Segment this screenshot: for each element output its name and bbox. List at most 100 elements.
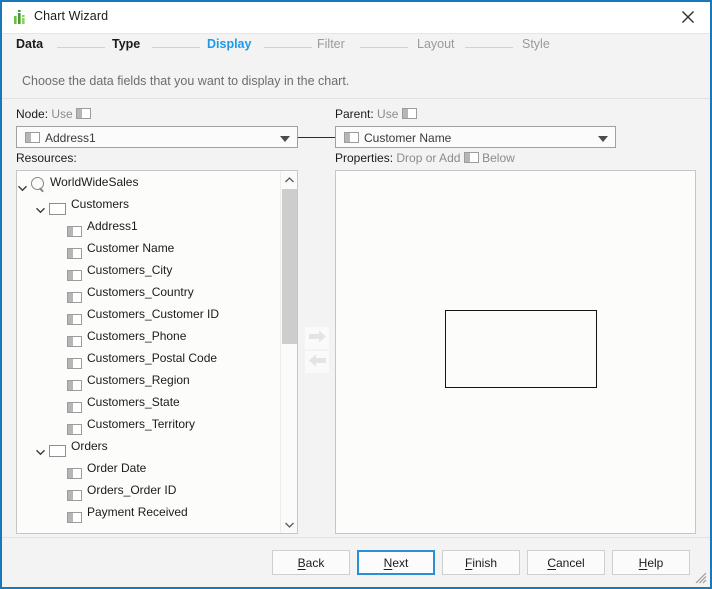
node-label-group: Node: Use bbox=[16, 107, 91, 121]
parent-label: Parent: bbox=[335, 107, 374, 121]
add-field-button[interactable] bbox=[305, 327, 329, 349]
node-dropdown-value: Address1 bbox=[45, 131, 96, 145]
parent-dropdown-value-wrap: Customer Name bbox=[344, 131, 451, 145]
tree-item[interactable]: Customers_Territory bbox=[17, 413, 280, 435]
node-label: Node: bbox=[16, 107, 48, 121]
arrow-left-icon bbox=[308, 353, 327, 371]
tree-item[interactable]: Customers bbox=[17, 193, 280, 215]
tree-item-label: Payment Received bbox=[87, 501, 188, 523]
footer-divider bbox=[2, 537, 710, 538]
close-button[interactable] bbox=[665, 2, 710, 32]
tree-item-label: Customers bbox=[71, 193, 129, 215]
finish-button[interactable]: Finish bbox=[442, 550, 520, 575]
tree-item-label: Address1 bbox=[87, 215, 138, 237]
resources-tree[interactable]: WorldWideSalesCustomersAddress1Customer … bbox=[17, 171, 280, 533]
tree-item-label: Customers_Phone bbox=[87, 325, 186, 347]
tree-item-label: Order Date bbox=[87, 457, 146, 479]
chart-preview-rectangle bbox=[445, 310, 597, 388]
finish-button-label: Finish bbox=[465, 556, 497, 570]
tree-item[interactable]: Customers_Region bbox=[17, 369, 280, 391]
field-icon bbox=[464, 152, 479, 163]
tree-item-label: Customers_Country bbox=[87, 281, 194, 303]
properties-hint-a: Drop or Add bbox=[396, 151, 460, 165]
properties-panel[interactable] bbox=[335, 170, 696, 534]
field-icon bbox=[76, 108, 91, 119]
tree-item-label: Customer Name bbox=[87, 237, 174, 259]
title-bar: Chart Wizard bbox=[2, 2, 710, 34]
tree-item[interactable]: Customers_State bbox=[17, 391, 280, 413]
arrow-right-icon bbox=[308, 329, 327, 347]
field-icon bbox=[25, 132, 40, 143]
step-style[interactable]: Style bbox=[522, 37, 550, 51]
parent-use-label: Use bbox=[377, 107, 398, 121]
page-subtitle: Choose the data fields that you want to … bbox=[22, 74, 349, 88]
footer-bar: Back Next Finish Cancel Help bbox=[2, 537, 710, 587]
tree-item[interactable]: Orders bbox=[17, 435, 280, 457]
scrollbar-thumb[interactable] bbox=[282, 189, 297, 344]
parent-dropdown-value: Customer Name bbox=[364, 131, 451, 145]
help-button[interactable]: Help bbox=[612, 550, 690, 575]
chevron-down-icon[interactable] bbox=[598, 136, 608, 142]
tree-item-label: Customers_Region bbox=[87, 369, 190, 391]
node-dropdown-value-wrap: Address1 bbox=[25, 131, 96, 145]
step-type[interactable]: Type bbox=[112, 37, 140, 51]
parent-dropdown[interactable]: Customer Name bbox=[335, 126, 616, 148]
node-use-label: Use bbox=[51, 107, 72, 121]
cancel-button[interactable]: Cancel bbox=[527, 550, 605, 575]
chevron-down-icon[interactable] bbox=[36, 442, 45, 451]
chevron-down-icon[interactable] bbox=[18, 178, 27, 187]
field-icon bbox=[402, 108, 417, 119]
remove-field-button[interactable] bbox=[305, 351, 329, 373]
resize-grip[interactable] bbox=[694, 571, 707, 584]
help-button-label: Help bbox=[639, 556, 664, 570]
tree-item-label: Orders_Order ID bbox=[87, 479, 176, 501]
step-display[interactable]: Display bbox=[207, 37, 251, 51]
window-title: Chart Wizard bbox=[34, 9, 108, 23]
tree-item[interactable]: Customers_Country bbox=[17, 281, 280, 303]
tree-item[interactable]: Customer Name bbox=[17, 237, 280, 259]
tree-item[interactable]: WorldWideSales bbox=[17, 171, 280, 193]
node-dropdown[interactable]: Address1 bbox=[16, 126, 298, 148]
tree-item[interactable]: Payment Received bbox=[17, 501, 280, 523]
resources-label: Resources: bbox=[16, 151, 77, 165]
next-button-label: Next bbox=[384, 556, 409, 570]
bar-chart-icon bbox=[12, 9, 29, 26]
content-area: Node: Use Parent: Use Address1 Customer … bbox=[2, 99, 710, 537]
field-icon bbox=[67, 507, 82, 529]
tree-item[interactable]: Customers_Postal Code bbox=[17, 347, 280, 369]
tree-item-label: Customers_Customer ID bbox=[87, 303, 219, 325]
tree-item[interactable]: Customers_City bbox=[17, 259, 280, 281]
cancel-button-label: Cancel bbox=[547, 556, 584, 570]
scroll-down-icon[interactable] bbox=[281, 516, 298, 533]
tree-item[interactable]: Customers_Phone bbox=[17, 325, 280, 347]
step-data[interactable]: Data bbox=[16, 37, 43, 51]
tree-scrollbar[interactable] bbox=[280, 171, 297, 533]
tree-item-label: Customers_Postal Code bbox=[87, 347, 217, 369]
chevron-down-icon[interactable] bbox=[280, 136, 290, 142]
tree-item-label: Customers_City bbox=[87, 259, 172, 281]
step-layout[interactable]: Layout bbox=[417, 37, 455, 51]
tree-item[interactable]: Orders_Order ID bbox=[17, 479, 280, 501]
properties-label-group: Properties: Drop or Add Below bbox=[335, 151, 515, 165]
resources-tree-panel[interactable]: WorldWideSalesCustomersAddress1Customer … bbox=[16, 170, 298, 534]
tree-item-label: Customers_State bbox=[87, 391, 180, 413]
field-icon bbox=[344, 132, 359, 143]
tree-item-label: WorldWideSales bbox=[50, 171, 138, 193]
tree-item[interactable]: Address1 bbox=[17, 215, 280, 237]
resources-label-group: Resources: bbox=[16, 151, 77, 165]
tree-item[interactable]: Order Date bbox=[17, 457, 280, 479]
node-parent-connector bbox=[298, 137, 335, 138]
properties-hint-b: Below bbox=[482, 151, 515, 165]
chart-wizard-window: Chart Wizard Data Type Display Filter La… bbox=[0, 0, 712, 589]
step-filter[interactable]: Filter bbox=[317, 37, 345, 51]
scroll-up-icon[interactable] bbox=[281, 171, 298, 188]
tree-item-label: Orders bbox=[71, 435, 108, 457]
back-button[interactable]: Back bbox=[272, 550, 350, 575]
tree-item-label: Customers_Territory bbox=[87, 413, 195, 435]
parent-label-group: Parent: Use bbox=[335, 107, 417, 121]
chevron-down-icon[interactable] bbox=[36, 200, 45, 209]
back-button-label: Back bbox=[298, 556, 325, 570]
properties-label: Properties: bbox=[335, 151, 393, 165]
next-button[interactable]: Next bbox=[357, 550, 435, 575]
tree-item[interactable]: Customers_Customer ID bbox=[17, 303, 280, 325]
